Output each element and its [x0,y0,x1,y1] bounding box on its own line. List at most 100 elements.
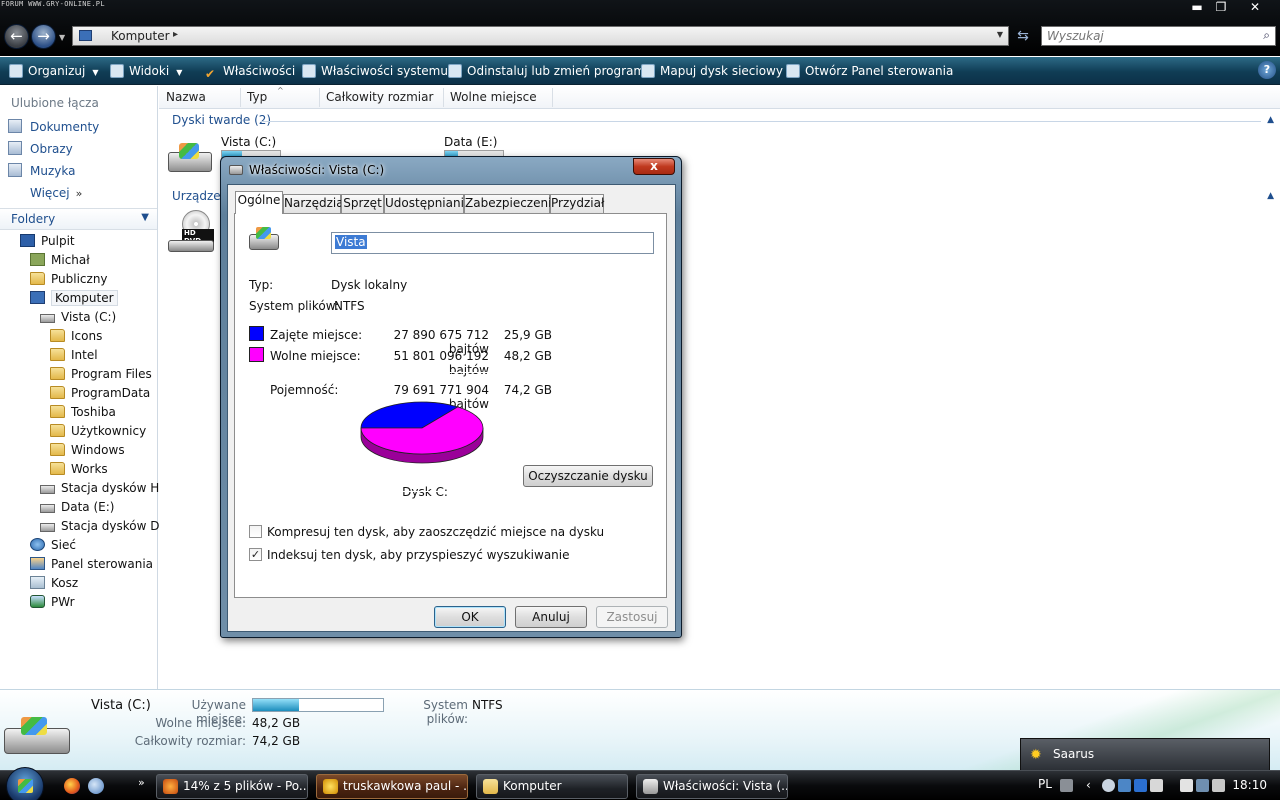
back-button[interactable]: ← [4,24,29,49]
keyboard-icon[interactable] [1060,779,1073,792]
tree-item-hd-drive[interactable]: Stacja dysków HD [40,479,169,498]
close-window-button[interactable]: ✕ [1244,0,1266,15]
column-divider[interactable] [552,88,553,107]
bluetooth-icon[interactable] [1134,779,1147,792]
collapse-group-icon[interactable]: ▲ [1267,115,1274,125]
drive-name-field[interactable]: Vista [331,232,654,254]
favorite-link-more[interactable]: Więcej » [30,184,82,202]
tree-item-users[interactable]: Użytkownicy [50,422,146,441]
quick-launch-more[interactable]: » [138,776,145,789]
map-network-drive-button[interactable]: Mapuj dysk sieciowy [641,62,783,80]
dialog-title: Właściwości: Vista (C:) [249,163,385,177]
properties-button[interactable]: ✔ Właściwości [202,62,295,81]
tree-label: PWr [51,595,75,609]
battery-icon[interactable] [1180,779,1193,792]
compress-drive-label[interactable]: Kompresuj ten dysk, aby zaoszczędzić mie… [267,525,604,539]
weather-gadget[interactable]: ✹ Saarus [1020,738,1270,770]
volume-icon[interactable] [1212,779,1225,792]
system-properties-button[interactable]: Właściwości systemu [302,62,448,80]
clock[interactable]: 18:10 [1232,778,1267,792]
help-button[interactable]: ? [1258,61,1276,79]
tree-item-public[interactable]: Publiczny [30,270,108,289]
taskbar-item-download[interactable]: 14% z 5 plików - Po... [156,774,308,799]
column-divider[interactable] [240,88,241,107]
taskbar-item-messenger[interactable]: truskawkowa paul - ... [316,774,468,799]
tree-item-user[interactable]: Michał [30,251,90,270]
tree-item-control-panel[interactable]: Panel sterowania [30,555,153,574]
tree-item-network[interactable]: Sieć [30,536,76,555]
help-tray-icon[interactable] [1102,779,1115,792]
tree-item-toshiba[interactable]: Toshiba [50,403,116,422]
tab-security[interactable]: Zabezpieczenia [464,194,559,213]
system-properties-icon [302,64,316,78]
favorite-link-music[interactable]: Muzyka [8,162,75,180]
disk-cleanup-button[interactable]: Oczyszczanie dysku [523,465,653,487]
uninstall-program-button[interactable]: Odinstaluj lub zmień program [448,62,645,80]
tab-tools[interactable]: Narzędzia [283,194,344,213]
index-drive-label[interactable]: Indeksuj ten dysk, aby przyspieszyć wysz… [267,548,570,562]
search-box[interactable]: ⌕ [1041,26,1276,46]
used-space-swatch [249,326,264,341]
tree-item-program-files[interactable]: Program Files [50,365,152,384]
tree-item-desktop[interactable]: Pulpit [20,232,75,251]
favorite-link-documents[interactable]: Dokumenty [8,118,99,136]
tree-item-computer[interactable]: Komputer [30,289,118,308]
device-icon[interactable] [1150,779,1163,792]
column-type[interactable]: Typ [247,90,267,104]
address-dropdown-icon[interactable]: ▼ [997,30,1003,39]
dialog-close-button[interactable]: x [633,158,675,175]
tree-item-icons[interactable]: Icons [50,327,102,346]
ok-button[interactable]: OK [434,606,506,628]
pie-chart-caption: Dysk C: [402,485,448,499]
tab-general[interactable]: Ogólne [235,191,283,214]
address-location[interactable]: Komputer [111,29,170,43]
start-button[interactable] [6,767,44,800]
tree-item-works[interactable]: Works [50,460,108,479]
column-free-space[interactable]: Wolne miejsce [450,90,537,104]
taskbar-item-computer[interactable]: Komputer [476,774,628,799]
tab-quota[interactable]: Przydział [550,194,604,213]
refresh-button[interactable]: ⇆ [1012,26,1034,46]
tree-item-intel[interactable]: Intel [50,346,98,365]
compress-drive-checkbox[interactable] [249,525,262,538]
tree-item-dvd-drive[interactable]: Stacja dysków DVI [40,517,171,536]
breadcrumb-chevron-icon[interactable]: ▸ [173,29,178,40]
folders-header[interactable]: Foldery ▼ [0,208,157,230]
group-header-hard-disks[interactable]: Dyski twarde (2) [172,113,271,127]
column-divider[interactable] [319,88,320,107]
chevron-left-icon[interactable]: ‹ [1086,779,1099,792]
tree-item-drive-c[interactable]: Vista (C:) [40,308,116,327]
taskbar-item-properties[interactable]: Właściwości: Vista (... [636,774,788,799]
network-status-icon[interactable] [1196,779,1209,792]
minimize-button[interactable]: ▬ [1186,0,1208,15]
tab-hardware[interactable]: Sprzęt [341,194,384,213]
column-total-size[interactable]: Całkowity rozmiar [326,90,433,104]
messenger-icon[interactable] [88,778,104,794]
hd-dvd-drive[interactable]: HD DVD [168,210,214,254]
views-button[interactable]: Widoki ▼ [110,62,182,80]
tree-item-programdata[interactable]: ProgramData [50,384,150,403]
forward-button[interactable]: → [31,24,56,49]
apply-button[interactable]: Zastosuj [596,606,668,628]
search-input[interactable] [1042,27,1242,45]
maximize-button[interactable]: ❐ [1210,0,1232,15]
column-divider[interactable] [443,88,444,107]
language-indicator[interactable]: PL [1038,777,1052,791]
cancel-button[interactable]: Anuluj [515,606,587,628]
organize-button[interactable]: Organizuj ▼ [9,62,98,80]
tree-item-drive-e[interactable]: Data (E:) [40,498,114,517]
address-bar[interactable]: Komputer ▸ ▼ [72,26,1009,46]
collapse-group-icon[interactable]: ▲ [1267,191,1274,201]
tree-item-pwr[interactable]: PWr [30,593,75,612]
search-icon[interactable]: ⌕ [1263,28,1270,43]
tab-sharing[interactable]: Udostępnianie [384,194,471,213]
index-drive-checkbox[interactable]: ✓ [249,548,262,561]
tree-item-recycle-bin[interactable]: Kosz [30,574,78,593]
network-tray-icon[interactable] [1118,779,1131,792]
tree-item-windows[interactable]: Windows [50,441,125,460]
column-name[interactable]: Nazwa [166,90,206,104]
history-dropdown-icon[interactable]: ▼ [59,33,65,42]
open-control-panel-button[interactable]: Otwórz Panel sterowania [786,62,953,80]
firefox-icon[interactable] [64,778,80,794]
favorite-link-pictures[interactable]: Obrazy [8,140,73,158]
